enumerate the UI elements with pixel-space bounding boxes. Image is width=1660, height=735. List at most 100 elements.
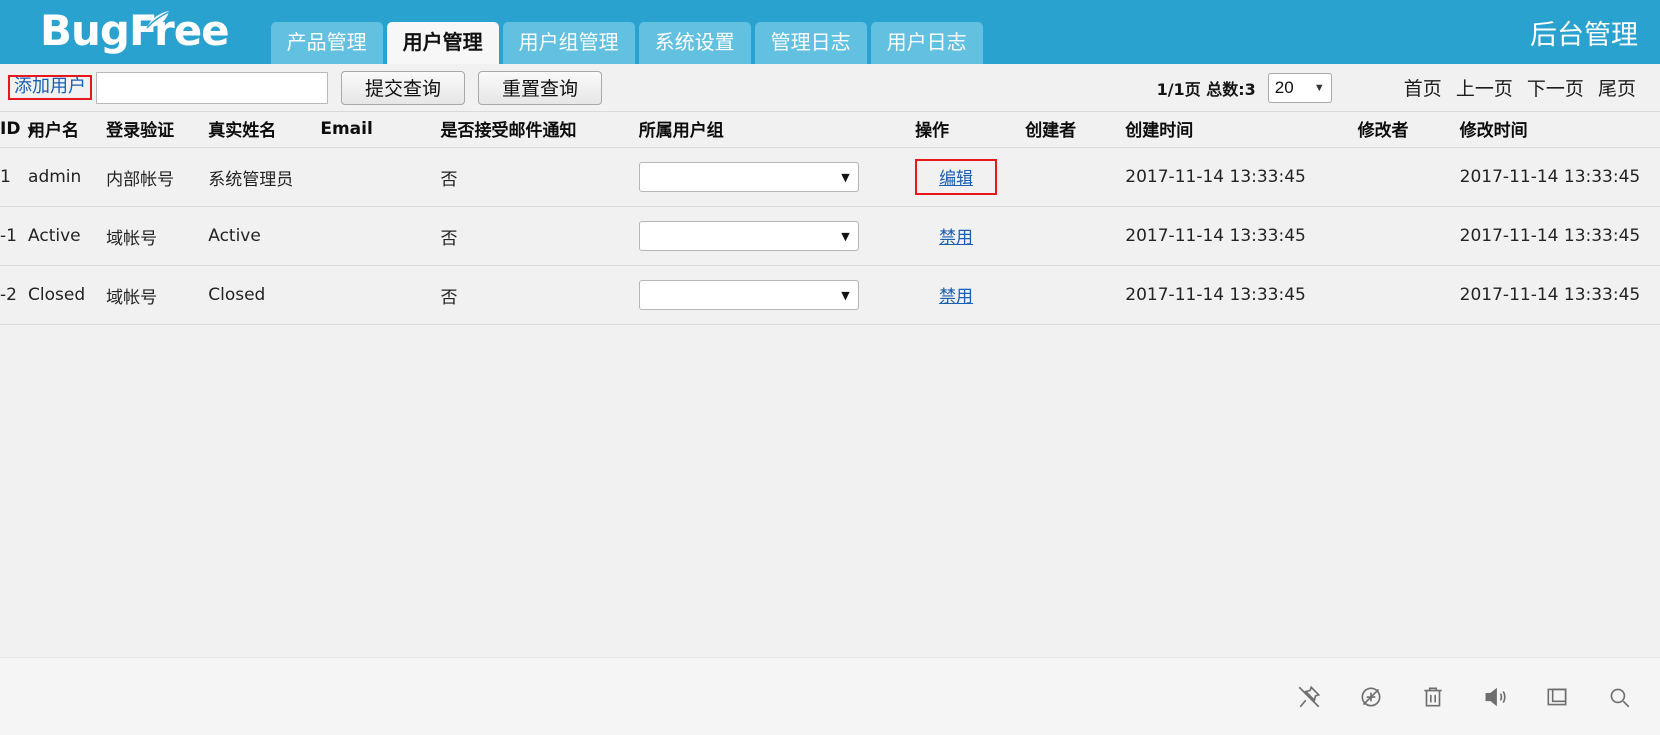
add-circle-slash-icon[interactable] <box>1358 684 1384 710</box>
col-login-auth[interactable]: 登录验证 <box>106 112 209 148</box>
page-size-select[interactable]: 20 ▼ <box>1267 72 1332 103</box>
cell-email <box>320 265 441 325</box>
nav-tab-products[interactable]: 产品管理 <box>270 22 383 64</box>
cell-modifier <box>1357 265 1460 325</box>
disable-link[interactable]: 禁用 <box>939 287 973 307</box>
nav-tab-system-settings[interactable]: 系统设置 <box>638 22 751 64</box>
reset-query-button[interactable]: 重置查询 <box>478 70 602 105</box>
col-user-group[interactable]: 所属用户组 <box>638 112 916 148</box>
col-created-at[interactable]: 创建时间 <box>1125 112 1358 148</box>
first-page-link[interactable]: 首页 <box>1404 78 1442 100</box>
action-wrap: 禁用 <box>915 277 997 313</box>
cell-accept-mail: 否 <box>440 206 639 266</box>
cell-login-auth: 内部帐号 <box>106 147 209 207</box>
cell-id: 1 <box>0 147 29 207</box>
cell-username: admin <box>28 147 107 207</box>
header-title: 后台管理 <box>1530 20 1638 51</box>
cell-realname: Active <box>208 206 321 266</box>
col-modified-at[interactable]: 修改时间 <box>1459 112 1660 148</box>
chevron-down-icon: ▼ <box>841 170 850 184</box>
action-highlight: 编辑 <box>915 159 998 195</box>
user-group-select[interactable]: ▼ <box>638 280 859 310</box>
last-page-link[interactable]: 尾页 <box>1598 78 1636 100</box>
cell-modified-at: 2017-11-14 13:33:45 <box>1459 265 1660 325</box>
cell-email <box>320 147 441 207</box>
cell-email <box>320 206 441 266</box>
table-row: -1 Active 域帐号 Active 否 ▼ 禁用 2017-11-14 1… <box>0 206 1660 266</box>
users-table: ID▼ 用户名 登录验证 真实姓名 Email 是否接受邮件通知 所属用户组 操… <box>0 112 1660 325</box>
users-table-area: ID▼ 用户名 登录验证 真实姓名 Email 是否接受邮件通知 所属用户组 操… <box>0 112 1660 685</box>
cell-modified-at: 2017-11-14 13:33:45 <box>1459 147 1660 207</box>
col-accept-mail[interactable]: 是否接受邮件通知 <box>440 112 639 148</box>
pin-off-icon[interactable] <box>1296 684 1322 710</box>
user-group-select[interactable]: ▼ <box>638 221 859 251</box>
nav-tab-user-groups[interactable]: 用户组管理 <box>502 22 635 64</box>
cell-creator <box>1025 147 1126 207</box>
logo-text: BugFree <box>40 6 230 55</box>
col-action: 操作 <box>915 112 1026 148</box>
cell-action: 禁用 <box>915 206 1026 266</box>
cell-created-at: 2017-11-14 13:33:45 <box>1125 147 1358 207</box>
empty-space <box>0 325 1660 685</box>
cell-id: -1 <box>0 206 29 266</box>
add-user-highlight: 添加用户 <box>8 75 92 100</box>
cell-modifier <box>1357 147 1460 207</box>
cell-created-at: 2017-11-14 13:33:45 <box>1125 206 1358 266</box>
search-input[interactable] <box>96 71 328 104</box>
submit-query-button[interactable]: 提交查询 <box>341 70 465 105</box>
next-page-link[interactable]: 下一页 <box>1527 78 1584 100</box>
app-header: BugFree 产品管理 用户管理 用户组管理 系统设置 管理日志 用户日志 后… <box>0 0 1660 64</box>
prev-page-link[interactable]: 上一页 <box>1456 78 1513 100</box>
cell-accept-mail: 否 <box>440 265 639 325</box>
cell-id: -2 <box>0 265 29 325</box>
table-header-row: ID▼ 用户名 登录验证 真实姓名 Email 是否接受邮件通知 所属用户组 操… <box>0 112 1660 148</box>
main-nav: 产品管理 用户管理 用户组管理 系统设置 管理日志 用户日志 <box>270 0 983 64</box>
cell-created-at: 2017-11-14 13:33:45 <box>1125 265 1358 325</box>
cell-login-auth: 域帐号 <box>106 206 209 266</box>
add-user-link[interactable]: 添加用户 <box>14 76 86 97</box>
chevron-down-icon: ▼ <box>1313 81 1325 94</box>
trash-icon[interactable] <box>1420 684 1446 710</box>
cell-creator <box>1025 265 1126 325</box>
leaf-icon <box>146 11 169 29</box>
cell-username: Active <box>28 206 107 266</box>
col-id-label: ID <box>0 118 21 139</box>
cell-accept-mail: 否 <box>440 147 639 207</box>
chevron-down-icon: ▼ <box>841 288 850 302</box>
col-realname[interactable]: 真实姓名 <box>208 112 321 148</box>
cell-action: 编辑 <box>915 147 1026 207</box>
col-email[interactable]: Email <box>320 112 441 148</box>
pagination: 1/1页 总数:3 20 ▼ 首页 上一页 下一页 尾页 <box>1156 72 1652 103</box>
window-icon[interactable] <box>1544 684 1570 710</box>
col-id[interactable]: ID▼ <box>0 112 36 148</box>
app-logo: BugFree <box>40 10 230 64</box>
app-page: BugFree 产品管理 用户管理 用户组管理 系统设置 管理日志 用户日志 后… <box>0 0 1660 735</box>
col-modifier[interactable]: 修改者 <box>1357 112 1460 148</box>
cell-login-auth: 域帐号 <box>106 265 209 325</box>
chevron-down-icon: ▼ <box>841 229 850 243</box>
page-size-value: 20 <box>1274 77 1294 97</box>
action-wrap: 禁用 <box>915 218 997 254</box>
cell-creator <box>1025 206 1126 266</box>
bottom-toolbar <box>0 657 1660 735</box>
cell-user-group: ▼ <box>638 265 916 325</box>
cell-username: Closed <box>28 265 107 325</box>
nav-tab-user-log[interactable]: 用户日志 <box>870 22 983 64</box>
cell-realname: 系统管理员 <box>208 147 321 207</box>
nav-tab-admin-log[interactable]: 管理日志 <box>754 22 867 64</box>
cell-user-group: ▼ <box>638 147 916 207</box>
table-row: -2 Closed 域帐号 Closed 否 ▼ 禁用 2017-11-14 1… <box>0 265 1660 325</box>
col-creator[interactable]: 创建者 <box>1025 112 1126 148</box>
pagination-links: 首页 上一页 下一页 尾页 <box>1404 74 1636 101</box>
col-username[interactable]: 用户名 <box>28 112 107 148</box>
disable-link[interactable]: 禁用 <box>939 228 973 248</box>
edit-link[interactable]: 编辑 <box>939 169 973 189</box>
speaker-icon[interactable] <box>1482 684 1508 710</box>
user-group-select[interactable]: ▼ <box>638 162 859 192</box>
nav-tab-users[interactable]: 用户管理 <box>386 22 499 64</box>
cell-user-group: ▼ <box>638 206 916 266</box>
table-row: 1 admin 内部帐号 系统管理员 否 ▼ 编辑 2017-11-14 13:… <box>0 147 1660 207</box>
page-info: 1/1页 总数:3 <box>1156 79 1256 99</box>
cell-realname: Closed <box>208 265 321 325</box>
search-icon[interactable] <box>1606 684 1632 710</box>
